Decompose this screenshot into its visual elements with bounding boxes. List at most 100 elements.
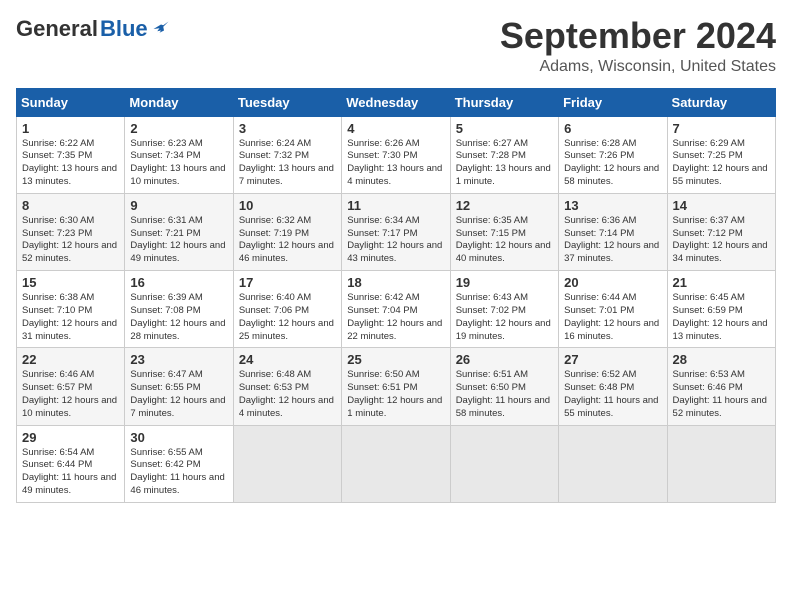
day-number: 26 <box>456 352 553 367</box>
cell-content: Sunrise: 6:50 AMSunset: 6:51 PMDaylight:… <box>347 369 444 420</box>
cell-content: Sunrise: 6:28 AMSunset: 7:26 PMDaylight:… <box>564 138 661 189</box>
day-header-saturday: Saturday <box>667 88 775 116</box>
calendar-cell-9: 9Sunrise: 6:31 AMSunset: 7:21 PMDaylight… <box>125 193 233 270</box>
calendar-cell-11: 11 Sunrise: 6:34 AMSunset: 7:17 PMDayligh… <box>342 193 450 270</box>
cell-content: Sunrise: 6:55 AMSunset: 6:42 PMDaylight:… <box>130 447 227 498</box>
cell-content: Sunrise: 6:36 AMSunset: 7:14 PMDaylight:… <box>564 215 661 266</box>
day-number: 20 <box>564 275 661 290</box>
calendar-cell-27: 27Sunrise: 6:52 AMSunset: 6:48 PMDayligh… <box>559 348 667 425</box>
day-number: 28 <box>673 352 770 367</box>
cell-content: Sunrise: 6:43 AMSunset: 7:02 PMDaylight:… <box>456 292 553 343</box>
empty-cell <box>559 425 667 502</box>
cell-content: Sunrise: 6:40 AMSunset: 7:06 PMDaylight:… <box>239 292 336 343</box>
day-number: 23 <box>130 352 227 367</box>
logo: GeneralBlue <box>16 16 170 42</box>
day-number: 6 <box>564 121 661 136</box>
calendar-cell-15: 15Sunrise: 6:38 AMSunset: 7:10 PMDayligh… <box>17 271 125 348</box>
calendar-cell-26: 26 Sunrise: 6:51 AMSunset: 6:50 PMDayligh… <box>450 348 558 425</box>
logo-bird-icon <box>152 20 170 38</box>
day-number: 14 <box>673 198 770 213</box>
day-header-wednesday: Wednesday <box>342 88 450 116</box>
title-area: September 2024 Adams, Wisconsin, United … <box>500 16 776 76</box>
day-number: 19 <box>456 275 553 290</box>
calendar-cell-17: 17 Sunrise: 6:40 AMSunset: 7:06 PMDayligh… <box>233 271 341 348</box>
calendar-cell-24: 24Sunrise: 6:48 AMSunset: 6:53 PMDayligh… <box>233 348 341 425</box>
calendar-cell-23: 23 Sunrise: 6:47 AMSunset: 6:55 PMDayligh… <box>125 348 233 425</box>
cell-content: Sunrise: 6:30 AMSunset: 7:23 PMDaylight:… <box>22 215 119 266</box>
calendar-cell-20: 20Sunrise: 6:44 AMSunset: 7:01 PMDayligh… <box>559 271 667 348</box>
empty-cell <box>342 425 450 502</box>
logo-text: GeneralBlue <box>16 16 170 42</box>
day-number: 8 <box>22 198 119 213</box>
day-number: 9 <box>130 198 227 213</box>
day-number: 3 <box>239 121 336 136</box>
calendar-cell-5: 5 Sunrise: 6:27 AMSunset: 7:28 PMDaylight… <box>450 116 558 193</box>
cell-content: Sunrise: 6:24 AMSunset: 7:32 PMDaylight:… <box>239 138 336 189</box>
calendar-cell-28: 28 Sunrise: 6:53 AMSunset: 6:46 PMDayligh… <box>667 348 775 425</box>
day-header-sunday: Sunday <box>17 88 125 116</box>
day-number: 12 <box>456 198 553 213</box>
day-number: 11 <box>347 198 444 213</box>
cell-content: Sunrise: 6:53 AMSunset: 6:46 PMDaylight:… <box>673 369 770 420</box>
logo-blue: Blue <box>100 16 148 42</box>
calendar-cell-8: 8 Sunrise: 6:30 AMSunset: 7:23 PMDaylight… <box>17 193 125 270</box>
calendar-cell-19: 19 Sunrise: 6:43 AMSunset: 7:02 PMDayligh… <box>450 271 558 348</box>
cell-content: Sunrise: 6:35 AMSunset: 7:15 PMDaylight:… <box>456 215 553 266</box>
cell-content: Sunrise: 6:29 AMSunset: 7:25 PMDaylight:… <box>673 138 770 189</box>
calendar-week-5: 29 Sunrise: 6:54 AMSunset: 6:44 PMDayligh… <box>17 425 776 502</box>
day-number: 10 <box>239 198 336 213</box>
calendar-cell-10: 10 Sunrise: 6:32 AMSunset: 7:19 PMDayligh… <box>233 193 341 270</box>
cell-content: Sunrise: 6:27 AMSunset: 7:28 PMDaylight:… <box>456 138 553 189</box>
calendar-cell-14: 14 Sunrise: 6:37 AMSunset: 7:12 PMDayligh… <box>667 193 775 270</box>
day-number: 29 <box>22 430 119 445</box>
day-number: 18 <box>347 275 444 290</box>
cell-content: Sunrise: 6:46 AMSunset: 6:57 PMDaylight:… <box>22 369 119 420</box>
cell-content: Sunrise: 6:34 AMSunset: 7:17 PMDaylight:… <box>347 215 444 266</box>
day-header-friday: Friday <box>559 88 667 116</box>
day-number: 5 <box>456 121 553 136</box>
calendar-cell-3: 3 Sunrise: 6:24 AMSunset: 7:32 PMDaylight… <box>233 116 341 193</box>
cell-content: Sunrise: 6:51 AMSunset: 6:50 PMDaylight:… <box>456 369 553 420</box>
empty-cell <box>667 425 775 502</box>
calendar-cell-18: 18 Sunrise: 6:42 AMSunset: 7:04 PMDayligh… <box>342 271 450 348</box>
calendar-cell-13: 13 Sunrise: 6:36 AMSunset: 7:14 PMDayligh… <box>559 193 667 270</box>
day-number: 13 <box>564 198 661 213</box>
location: Adams, Wisconsin, United States <box>500 58 776 76</box>
calendar-week-1: 1 Sunrise: 6:22 AMSunset: 7:35 PMDaylight… <box>17 116 776 193</box>
cell-content: Sunrise: 6:26 AMSunset: 7:30 PMDaylight:… <box>347 138 444 189</box>
day-header-tuesday: Tuesday <box>233 88 341 116</box>
cell-content: Sunrise: 6:54 AMSunset: 6:44 PMDaylight:… <box>22 447 119 498</box>
calendar-table: SundayMondayTuesdayWednesdayThursdayFrid… <box>16 88 776 503</box>
day-number: 2 <box>130 121 227 136</box>
calendar-cell-29: 29 Sunrise: 6:54 AMSunset: 6:44 PMDayligh… <box>17 425 125 502</box>
calendar-cell-21: 21 Sunrise: 6:45 AMSunset: 6:59 PMDayligh… <box>667 271 775 348</box>
month-title: September 2024 <box>500 16 776 56</box>
empty-cell <box>450 425 558 502</box>
day-number: 17 <box>239 275 336 290</box>
day-number: 1 <box>22 121 119 136</box>
logo-general: General <box>16 16 98 42</box>
day-number: 16 <box>130 275 227 290</box>
cell-content: Sunrise: 6:37 AMSunset: 7:12 PMDaylight:… <box>673 215 770 266</box>
cell-content: Sunrise: 6:47 AMSunset: 6:55 PMDaylight:… <box>130 369 227 420</box>
cell-content: Sunrise: 6:42 AMSunset: 7:04 PMDaylight:… <box>347 292 444 343</box>
day-header-monday: Monday <box>125 88 233 116</box>
day-number: 21 <box>673 275 770 290</box>
calendar-cell-4: 4 Sunrise: 6:26 AMSunset: 7:30 PMDaylight… <box>342 116 450 193</box>
calendar-cell-6: 6 Sunrise: 6:28 AMSunset: 7:26 PMDaylight… <box>559 116 667 193</box>
empty-cell <box>233 425 341 502</box>
day-number: 15 <box>22 275 119 290</box>
cell-content: Sunrise: 6:52 AMSunset: 6:48 PMDaylight:… <box>564 369 661 420</box>
calendar-cell-1: 1 Sunrise: 6:22 AMSunset: 7:35 PMDaylight… <box>17 116 125 193</box>
cell-content: Sunrise: 6:32 AMSunset: 7:19 PMDaylight:… <box>239 215 336 266</box>
day-number: 4 <box>347 121 444 136</box>
cell-content: Sunrise: 6:22 AMSunset: 7:35 PMDaylight:… <box>22 138 119 189</box>
cell-content: Sunrise: 6:48 AMSunset: 6:53 PMDaylight:… <box>239 369 336 420</box>
calendar-cell-7: 7Sunrise: 6:29 AMSunset: 7:25 PMDaylight… <box>667 116 775 193</box>
day-number: 25 <box>347 352 444 367</box>
calendar-cell-16: 16 Sunrise: 6:39 AMSunset: 7:08 PMDayligh… <box>125 271 233 348</box>
cell-content: Sunrise: 6:39 AMSunset: 7:08 PMDaylight:… <box>130 292 227 343</box>
calendar-cell-25: 25 Sunrise: 6:50 AMSunset: 6:51 PMDayligh… <box>342 348 450 425</box>
cell-content: Sunrise: 6:45 AMSunset: 6:59 PMDaylight:… <box>673 292 770 343</box>
day-header-thursday: Thursday <box>450 88 558 116</box>
